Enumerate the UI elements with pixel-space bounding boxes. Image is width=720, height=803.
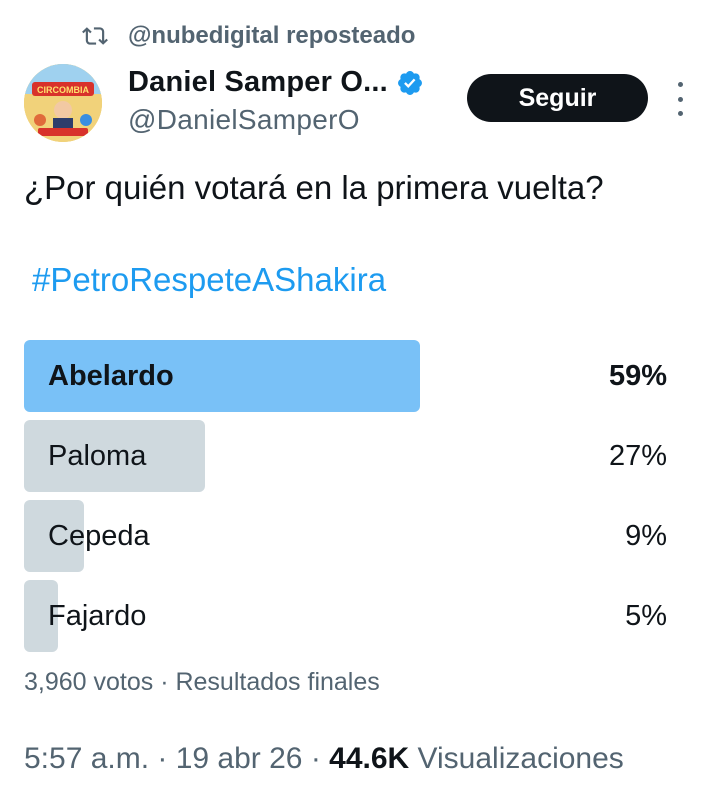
poll-option-percent: 5% [625,600,667,632]
views-count: 44.6K [329,742,410,775]
poll-option-label: Abelardo [48,360,174,392]
avatar[interactable]: CIRCOMBIA [24,64,102,142]
tweet-time[interactable]: 5:57 a.m. · 19 abr 26 · [24,742,329,775]
verified-badge-icon [397,70,422,95]
poll-option-label: Fajardo [48,600,147,632]
author-name-row[interactable]: Daniel Samper O... [128,66,424,99]
repost-icon [82,27,108,45]
poll: Abelardo 59% Paloma 27% Cepeda 9% Fajard… [24,340,674,660]
poll-option-label: Cepeda [48,520,150,552]
repost-text[interactable]: @nubedigital reposteado [128,22,415,50]
poll-option-percent: 27% [608,440,667,472]
poll-option: Fajardo 5% [24,580,674,652]
more-options-icon[interactable] [670,82,690,116]
poll-option-percent: 9% [625,520,667,552]
avatar-text: CIRCOMBIA [37,85,89,95]
poll-option: Abelardo 59% [24,340,674,412]
poll-option-percent: 59% [608,360,667,392]
views-label: Visualizaciones [409,742,624,775]
follow-button[interactable]: Seguir [467,74,648,122]
author-name[interactable]: Daniel Samper O... [128,66,388,99]
author-handle[interactable]: @DanielSamperO [128,104,360,136]
poll-option: Cepeda 9% [24,500,674,572]
poll-meta: 3,960 votos · Resultados finales [24,668,380,696]
poll-option-label: Paloma [48,440,147,472]
tweet-text: ¿Por quién votará en la primera vuelta? [24,169,604,206]
hashtag-link[interactable]: #PetroRespeteAShakira [32,258,386,302]
avatar-image: CIRCOMBIA [24,64,102,142]
repost-header: @nubedigital reposteado [82,20,415,52]
tweet-timestamp: 5:57 a.m. · 19 abr 26 · 44.6K Visualizac… [24,742,624,776]
poll-option: Paloma 27% [24,420,674,492]
